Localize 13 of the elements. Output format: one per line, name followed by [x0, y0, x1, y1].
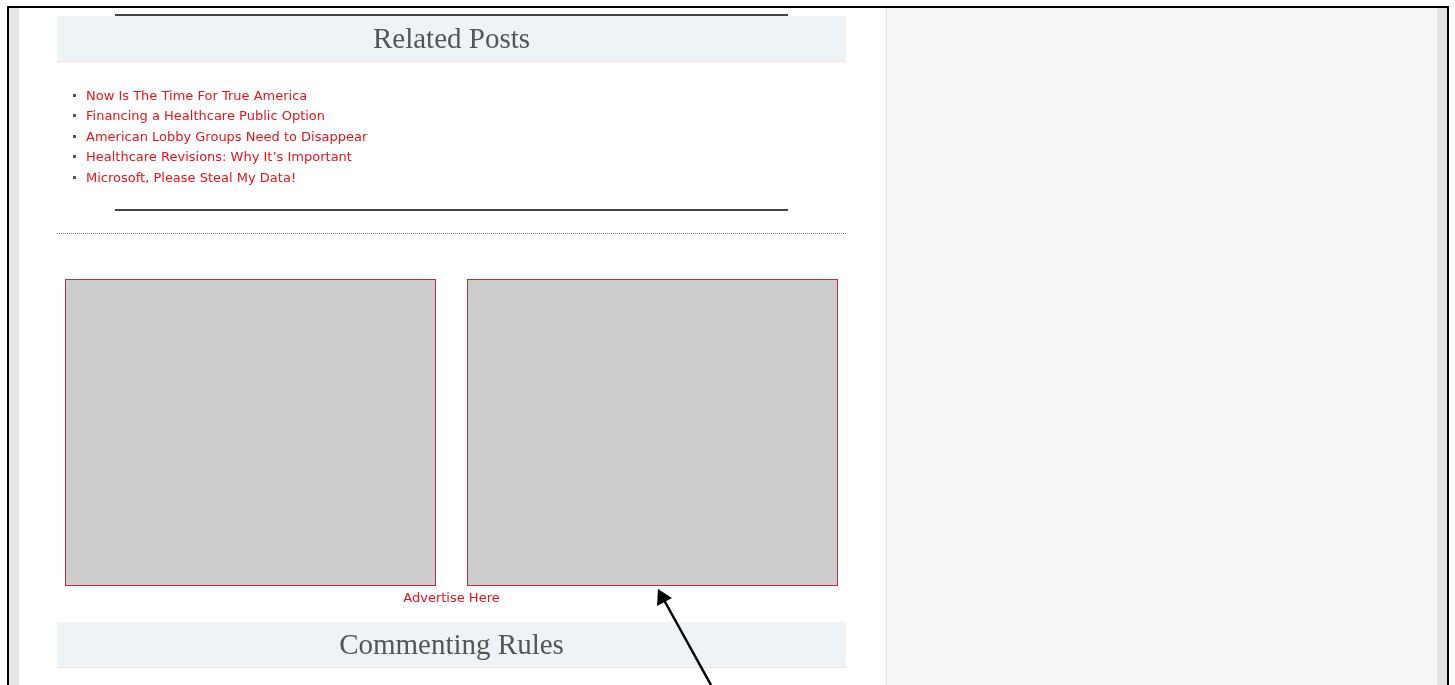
advertise-link[interactable]: Advertise Here [403, 587, 500, 607]
bullet-icon [73, 114, 76, 118]
bullet-icon [73, 175, 76, 179]
bullet-icon [73, 155, 76, 159]
related-post-link[interactable]: Healthcare Revisions: Why It’s Important [86, 147, 352, 167]
related-post-link[interactable]: Financing a Healthcare Public Option [86, 106, 326, 126]
related-post-link[interactable]: Microsoft, Please Steal My Data! [86, 167, 297, 187]
bullet-icon [73, 134, 76, 138]
section-title: Commenting Rules [339, 626, 564, 662]
related-post-link[interactable]: American Lobby Groups Need to Disappear [86, 126, 368, 146]
bullet-icon [73, 93, 76, 97]
related-post-link[interactable]: Now Is The Time For True America [86, 85, 308, 105]
section-title: Related Posts [372, 20, 531, 56]
